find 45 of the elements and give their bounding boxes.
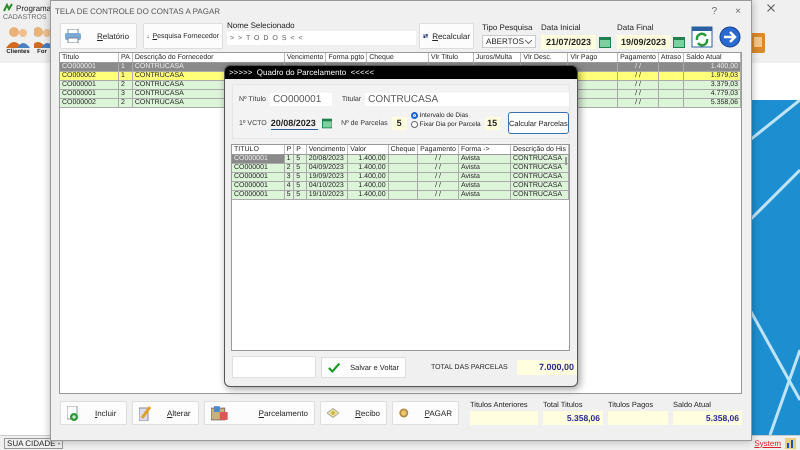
toolbar-icon[interactable] — [751, 33, 765, 53]
installments-field[interactable]: 5 — [392, 116, 407, 130]
window-title: TELA DE CONTROLE DO CONTAS A PAGAR — [55, 6, 220, 16]
interval-field[interactable]: 15 — [484, 116, 500, 130]
date-field[interactable]: 19/09/2023 — [617, 35, 670, 49]
action-button[interactable]: Alterar — [132, 401, 199, 425]
calendar-icon[interactable] — [599, 36, 611, 48]
checkmark-icon — [328, 362, 340, 372]
field-label: Nome Selecionado — [227, 21, 296, 30]
caret-icon — [525, 40, 532, 44]
close-button[interactable]: × — [735, 6, 741, 16]
action-button[interactable]: PAGAR — [392, 401, 459, 425]
total-value-field: 5.358,06 — [673, 411, 742, 425]
printer-icon — [65, 29, 81, 43]
total-value-field: 5.358,06 — [543, 411, 603, 425]
recalculate-button[interactable]: Recalcular — [419, 23, 474, 49]
total-value-field: 7.000,00 — [516, 360, 577, 374]
close-icon[interactable] — [767, 4, 775, 12]
search-type-dropdown[interactable]: ABERTOS — [482, 35, 536, 48]
action-button[interactable]: Recibo — [320, 401, 387, 425]
pencil-icon — [139, 406, 151, 420]
report-button[interactable]: Relatório — [60, 23, 137, 49]
document-plus-icon — [67, 406, 79, 420]
field-label: Tipo Pesquisa — [482, 23, 534, 32]
app-title: Programa — [16, 4, 52, 12]
coin-icon — [399, 406, 409, 420]
status-text: System — [754, 438, 781, 448]
title-number-field[interactable]: CO000001 — [270, 93, 332, 106]
calendar-icon[interactable] — [673, 36, 685, 48]
date-field[interactable]: 21/07/2023 — [541, 35, 596, 49]
field-label: Data Inicial — [541, 23, 582, 32]
holder-field[interactable]: CONTRUCASA — [365, 93, 569, 106]
calendar-icon[interactable] — [322, 118, 332, 128]
due-date-field[interactable]: 20/08/2023 — [270, 116, 318, 130]
receipt-icon — [327, 407, 340, 419]
help-button[interactable]: ? — [712, 6, 718, 16]
note-field[interactable] — [232, 356, 316, 378]
app-logo-icon — [3, 3, 13, 13]
refresh-icon[interactable] — [691, 26, 713, 48]
action-button[interactable]: Parcelamento — [204, 401, 315, 425]
action-button[interactable]: Incluir — [60, 401, 127, 425]
scrollbar-thumb[interactable] — [565, 157, 567, 165]
chart-icon — [785, 438, 796, 448]
swap-arrows-icon — [423, 31, 428, 41]
field-label: Data Final — [617, 23, 654, 32]
